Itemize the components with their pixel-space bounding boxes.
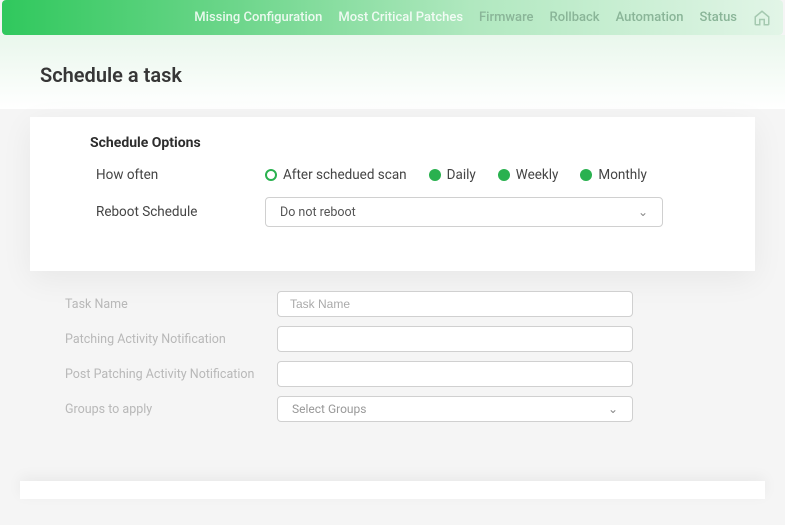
radio-icon xyxy=(580,169,592,181)
nav-missing-configuration[interactable]: Missing Configuration xyxy=(194,10,322,25)
radio-label: Weekly xyxy=(516,167,559,183)
nav-firmware[interactable]: Firmware xyxy=(479,10,534,25)
radio-icon xyxy=(429,169,441,181)
task-name-row: Task Name xyxy=(65,291,725,317)
patching-notification-label: Patching Activity Notification xyxy=(65,332,277,347)
nav-most-critical-patches[interactable]: Most Critical Patches xyxy=(338,10,463,25)
task-name-input[interactable] xyxy=(277,291,633,317)
post-patching-notification-input[interactable] xyxy=(277,361,633,387)
groups-select[interactable]: Select Groups ⌄ xyxy=(277,396,633,422)
reboot-schedule-value: Do not reboot xyxy=(280,205,356,220)
patching-notification-input[interactable] xyxy=(277,326,633,352)
radio-label: Daily xyxy=(447,167,476,183)
home-icon[interactable] xyxy=(753,9,771,27)
reboot-schedule-label: Reboot Schedule xyxy=(90,204,265,220)
patching-notification-row: Patching Activity Notification xyxy=(65,326,725,352)
schedule-options-heading: Schedule Options xyxy=(90,135,725,151)
reboot-schedule-row: Reboot Schedule Do not reboot ⌄ xyxy=(90,197,725,227)
chevron-down-icon: ⌄ xyxy=(638,205,648,219)
task-form: Task Name Patching Activity Notification… xyxy=(30,285,755,461)
radio-daily[interactable]: Daily xyxy=(429,167,476,183)
groups-select-value: Select Groups xyxy=(292,402,366,416)
radio-label: Monthly xyxy=(598,167,646,183)
groups-label: Groups to apply xyxy=(65,402,277,417)
top-nav: Missing Configuration Most Critical Patc… xyxy=(2,0,783,35)
how-often-radio-group: After schedued scan Daily Weekly Monthly xyxy=(265,167,647,183)
page-title: Schedule a task xyxy=(0,35,785,109)
task-name-label: Task Name xyxy=(65,297,277,312)
radio-icon xyxy=(265,169,277,181)
radio-icon xyxy=(498,169,510,181)
schedule-options-card: Schedule Options How often After schedue… xyxy=(30,117,755,271)
nav-automation[interactable]: Automation xyxy=(616,10,684,25)
footer-area xyxy=(20,481,765,499)
radio-monthly[interactable]: Monthly xyxy=(580,167,646,183)
nav-rollback[interactable]: Rollback xyxy=(550,10,600,25)
radio-weekly[interactable]: Weekly xyxy=(498,167,559,183)
post-patching-notification-row: Post Patching Activity Notification xyxy=(65,361,725,387)
chevron-down-icon: ⌄ xyxy=(608,402,618,416)
groups-row: Groups to apply Select Groups ⌄ xyxy=(65,396,725,422)
post-patching-notification-label: Post Patching Activity Notification xyxy=(65,367,277,382)
radio-label: After schedued scan xyxy=(283,167,407,183)
radio-after-scheduled-scan[interactable]: After schedued scan xyxy=(265,167,407,183)
nav-status[interactable]: Status xyxy=(700,10,737,25)
how-often-row: How often After schedued scan Daily Week… xyxy=(90,167,725,183)
reboot-schedule-select[interactable]: Do not reboot ⌄ xyxy=(265,197,663,227)
how-often-label: How often xyxy=(90,167,265,183)
